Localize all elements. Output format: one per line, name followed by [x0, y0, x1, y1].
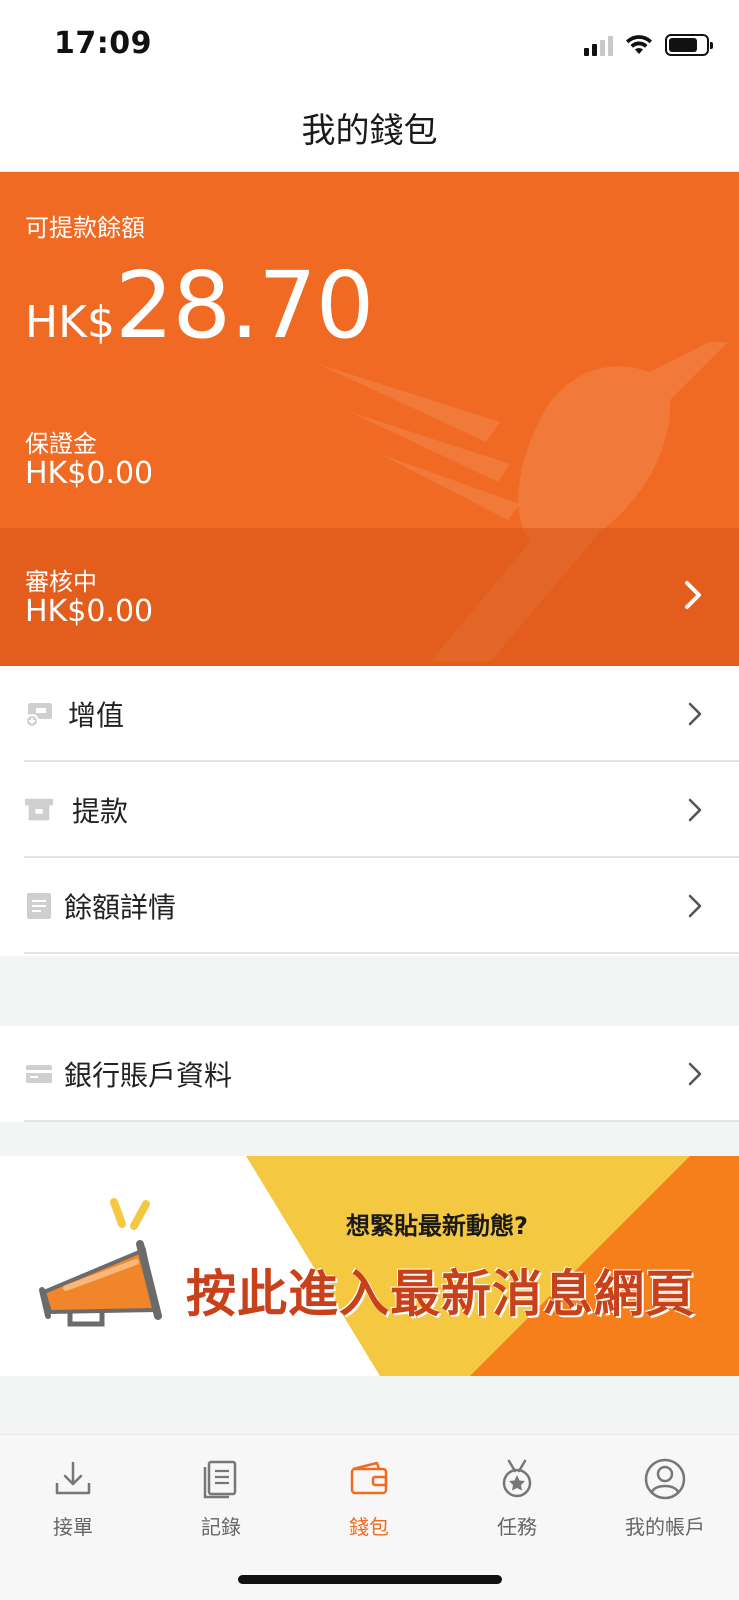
page-title: 我的錢包 — [301, 111, 438, 151]
section-gap — [0, 956, 739, 1026]
download-icon — [55, 1461, 91, 1495]
tab-tasks[interactable]: 任務 — [457, 1457, 577, 1540]
section-gap — [0, 1122, 739, 1156]
medal-icon — [502, 1459, 532, 1498]
tab-orders[interactable]: 接單 — [13, 1457, 133, 1540]
status-time: 17:09 — [54, 26, 152, 61]
tab-label-tasks: 任務 — [497, 1515, 537, 1539]
nav-bar: 我的錢包 — [0, 90, 739, 172]
chevron-right-icon — [688, 702, 702, 726]
wifi-icon — [626, 35, 652, 54]
tab-label-orders: 接單 — [53, 1515, 93, 1539]
battery-icon — [665, 34, 713, 56]
document-icon — [24, 891, 54, 921]
available-balance-label: 可提款餘額 — [25, 214, 145, 242]
menu-item-withdraw[interactable]: 提款 — [0, 762, 739, 858]
withdraw-icon — [24, 795, 54, 825]
home-indicator[interactable] — [238, 1575, 502, 1584]
cellular-signal-icon — [584, 34, 613, 56]
tab-label-wallet: 錢包 — [349, 1515, 389, 1539]
under-review-amount: HK$0.00 — [25, 594, 154, 629]
menu-label-top-up: 增值 — [68, 699, 125, 732]
tab-records[interactable]: 記錄 — [161, 1457, 281, 1540]
profile-icon — [644, 1458, 686, 1500]
menu-item-top-up[interactable]: 增值 — [0, 666, 739, 762]
available-balance: HK$ 28.70 — [25, 252, 374, 359]
records-icon — [203, 1460, 237, 1499]
chevron-right-icon — [685, 581, 701, 609]
menu-label-bank-account: 銀行賬戶資料 — [64, 1059, 233, 1092]
bank-menu: 銀行賬戶資料 — [0, 1026, 739, 1122]
chevron-right-icon — [688, 798, 702, 822]
news-banner[interactable]: 想緊貼最新動態? 按此進入最新消息網頁 — [0, 1156, 739, 1376]
banner-subtitle: 想緊貼最新動態? — [346, 1212, 528, 1240]
section-gap — [0, 1376, 739, 1434]
tab-label-my-account: 我的帳戶 — [625, 1515, 705, 1539]
balance-card: 可提款餘額 HK$ 28.70 保證金 HK$0.00 審核中 HK$0.00 — [0, 172, 739, 666]
megaphone-icon — [39, 1198, 162, 1327]
under-review-row[interactable]: 審核中 HK$0.00 — [0, 528, 739, 666]
chevron-right-icon — [688, 1062, 702, 1086]
menu-label-balance-details: 餘額詳情 — [64, 891, 177, 924]
card-icon — [24, 1059, 54, 1089]
menu-item-bank-account[interactable]: 銀行賬戶資料 — [0, 1026, 739, 1122]
available-balance-amount: 28.70 — [114, 252, 374, 359]
currency-symbol: HK$ — [25, 297, 115, 348]
deposit-label: 保證金 — [25, 430, 97, 458]
status-icons — [584, 32, 713, 58]
tab-wallet[interactable]: 錢包 — [309, 1457, 429, 1540]
banner-title: 按此進入最新消息網頁 — [186, 1265, 696, 1323]
status-bar: 17:09 — [0, 0, 739, 90]
divider — [24, 952, 739, 954]
wallet-icon — [350, 1461, 388, 1495]
tab-bar: 接單 記錄 錢包 任務 我的帳戶 — [0, 1434, 739, 1600]
chevron-right-icon — [688, 894, 702, 918]
tab-label-records: 記錄 — [201, 1515, 241, 1539]
deposit-amount: HK$0.00 — [25, 456, 154, 491]
top-up-icon — [24, 699, 54, 729]
tab-my-account[interactable]: 我的帳戶 — [605, 1457, 725, 1540]
menu-label-withdraw: 提款 — [72, 795, 129, 828]
under-review-label: 審核中 — [25, 568, 97, 596]
wallet-menu: 增值 提款 餘額詳情 — [0, 666, 739, 954]
menu-item-balance-details[interactable]: 餘額詳情 — [0, 858, 739, 954]
